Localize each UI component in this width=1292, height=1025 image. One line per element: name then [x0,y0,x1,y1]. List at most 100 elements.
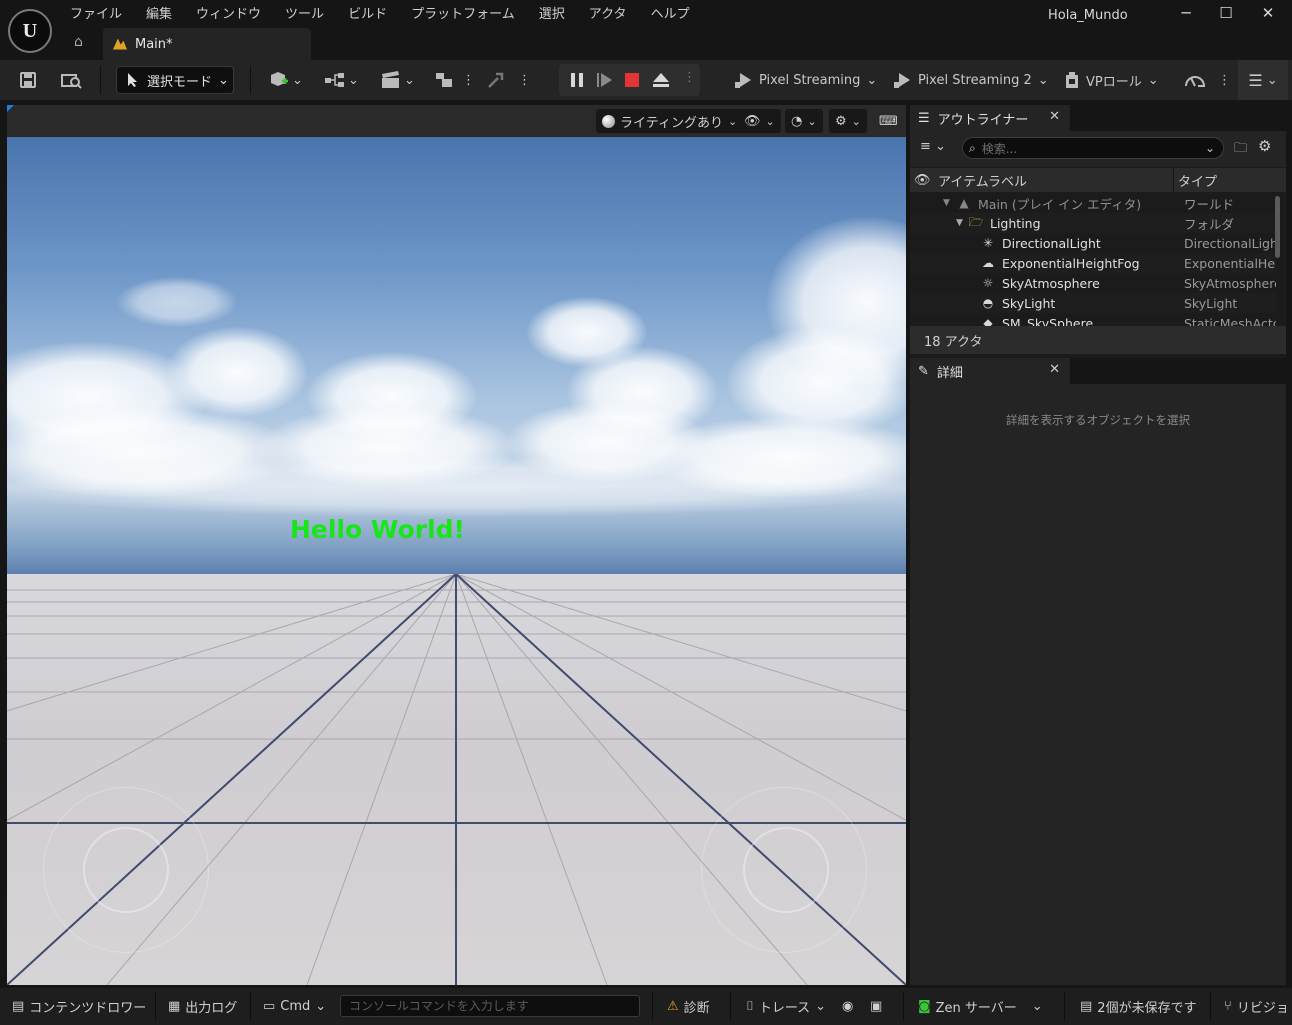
chevron-down-icon: ⌄ [765,114,775,128]
menu-tools[interactable]: ツール [273,6,336,24]
chevron-down-icon: ⌄ [292,72,303,88]
keyboard-button[interactable]: ⌨ [873,109,904,133]
more-options-icon[interactable]: ⋮ [1218,73,1231,88]
save-button[interactable] [18,60,38,100]
visibility-eye-icon[interactable]: 👁 [914,173,931,188]
save-icon [20,72,36,88]
keyboard-icon: ⌨ [879,113,898,129]
menu-file[interactable]: ファイル [58,6,134,24]
details-panel: 詳細を表示するオブジェクトを選択 [910,384,1286,985]
eject-icon[interactable] [652,71,670,89]
frame-skip-icon[interactable] [596,72,614,88]
vp-role-dropdown[interactable]: VPロール ⌄ [1064,60,1159,100]
menu-help[interactable]: ヘルプ [639,6,702,24]
tree-row[interactable]: ✳ DirectionalLight DirectionalLight [910,233,1276,253]
console-input[interactable]: コンソールコマンドを入力します [340,995,640,1017]
close-icon[interactable]: ✕ [1049,362,1060,377]
tree-row[interactable]: ▼ ▲ Main (プレイ イン エディタ) ワールド [910,193,1276,213]
tree-row[interactable]: ▼ 🗁 Lighting フォルダ [910,213,1276,233]
content-drawer-label: コンテンツドロワー [29,1001,147,1016]
browse-button[interactable] [60,60,84,100]
warning-icon: ⚠ [667,999,679,1014]
settings-menu-button[interactable]: ☰ ⌄ [1238,60,1288,100]
tree-row[interactable]: ☼ SkyAtmosphere SkyAtmosphere [910,273,1276,293]
close-icon[interactable]: ✕ [1049,109,1060,124]
level-viewport[interactable]: Hello World! [7,137,906,985]
menu-actor[interactable]: アクタ [577,6,639,24]
right-joystick-thumb[interactable] [743,827,829,913]
close-window-button[interactable]: ✕ [1253,4,1283,22]
outliner-title: アウトライナー [937,112,1029,128]
unsaved-button[interactable]: ▤ 2個が未保存です [1080,988,1197,1025]
home-icon[interactable]: ⌂ [74,34,83,50]
static-mesh-icon: ◆ [983,316,993,326]
add-folder-icon[interactable]: 🗀 [1234,139,1247,161]
more-options-icon[interactable]: ⋮ [683,70,696,85]
level-tab[interactable]: Main* [103,28,311,60]
content-drawer-icon: ▤ [12,999,25,1014]
hamburger-icon: ☰ [1248,70,1263,90]
level-icon [113,38,127,50]
selection-mode-dropdown[interactable]: 選択モード ⌄ [116,66,234,94]
pixel-streaming-dropdown[interactable]: Pixel Streaming ⌄ [733,60,877,100]
minimize-button[interactable]: ─ [1171,4,1201,22]
pixel-streaming-icon [735,73,751,88]
live-coding-button[interactable]: ◉ [842,988,853,1025]
outliner-tree: ▼ ▲ Main (プレイ イン エディタ) ワールド ▼ 🗁 Lighting… [910,192,1286,326]
output-log-label: 出力ログ [185,1001,238,1016]
view-mode-label: ライティングあり [620,115,723,131]
blueprints-button[interactable]: ⌄ [324,60,359,100]
viewport-settings-dropdown[interactable]: ⚙ ⌄ [829,109,867,133]
chevron-down-icon[interactable]: ⌄ [1205,141,1215,155]
content-drawer-button[interactable]: ▤ コンテンツドロワー [12,988,146,1025]
unsaved-label: 2個が未保存です [1097,1001,1197,1016]
add-actor-button[interactable]: ⌄ [268,60,303,100]
menu-build[interactable]: ビルド [336,6,399,24]
menu-edit[interactable]: 編集 [134,6,184,24]
more-options-icon[interactable]: ⋮ [518,73,531,88]
output-log-icon: ▦ [168,999,181,1014]
title-bar: U ファイル 編集 ウィンドウ ツール ビルド プラットフォーム 選択 アクタ … [0,0,1292,60]
outliner-scrollbar[interactable] [1275,196,1280,258]
stop-icon[interactable] [624,72,640,88]
view-mode-dropdown[interactable]: ライティングあり ⌄ [596,109,744,133]
filter-dropdown[interactable]: ≡ ⌄ [920,139,946,154]
tree-row[interactable]: ◓ SkyLight SkyLight [910,293,1276,313]
cmd-dropdown[interactable]: ▭ Cmd ⌄ [263,988,326,1025]
tree-row[interactable]: ◆ SM_SkySphere StaticMeshActo [910,313,1276,327]
menu-select[interactable]: 選択 [527,6,577,24]
trace-dropdown[interactable]: ⌷ トレース ⌄ [746,988,826,1025]
maximize-button[interactable]: ☐ [1211,4,1241,22]
pause-icon[interactable] [569,72,585,88]
more-options-icon[interactable]: ⋮ [462,73,475,88]
screenshot-button[interactable]: ▣ [870,988,882,1025]
performance-button[interactable]: ⋮ [1184,60,1231,100]
column-item-label[interactable]: アイテムラベル [938,171,1027,190]
menu-platforms[interactable]: プラットフォーム [399,6,527,24]
tree-row[interactable]: ☁ ExponentialHeightFog ExponentialHeig [910,253,1276,273]
output-log-button[interactable]: ▦ 出力ログ [168,988,237,1025]
diagnostics-button[interactable]: ⚠ 診断 [667,988,710,1025]
directional-light-icon: ✳ [982,236,994,250]
modeling-tools-button[interactable]: ⋮ [434,60,475,100]
revision-control-button[interactable]: ⑂ リビジョ [1224,988,1292,1025]
performance-scalability-dropdown[interactable]: ◔ ⌄ [785,109,823,133]
status-bar: ▤ コンテンツドロワー ▦ 出力ログ ▭ Cmd ⌄ コンソールコマンドを入力し… [0,988,1292,1025]
chevron-down-icon: ⌄ [727,114,738,128]
menu-window[interactable]: ウィンドウ [184,6,273,24]
column-type[interactable]: タイプ [1178,171,1217,190]
details-tab[interactable]: ✎ 詳細 ✕ [910,358,1070,384]
show-flags-dropdown[interactable]: 👁 ⌄ [738,109,781,133]
pixel-streaming-2-label: Pixel Streaming 2 [918,72,1032,88]
left-joystick-thumb[interactable] [83,827,169,913]
cinematics-button[interactable]: ⌄ [380,60,415,100]
pixel-streaming-2-dropdown[interactable]: Pixel Streaming 2 ⌄ [892,60,1049,100]
vp-role-icon [1066,72,1078,88]
settings-gear-icon[interactable]: ⚙ [1258,137,1271,155]
platform-tools-button[interactable]: ⋮ [486,60,531,100]
outliner-search-input[interactable]: ⌕ 検索... ⌄ [962,137,1224,159]
unreal-logo-icon[interactable]: U [8,9,52,53]
zen-server-dropdown[interactable]: ◙ Zen サーバー ⌄ [918,988,1043,1025]
outliner-tab[interactable]: ☰ アウトライナー ✕ [910,105,1070,131]
pixel-streaming-2-icon [894,73,910,88]
